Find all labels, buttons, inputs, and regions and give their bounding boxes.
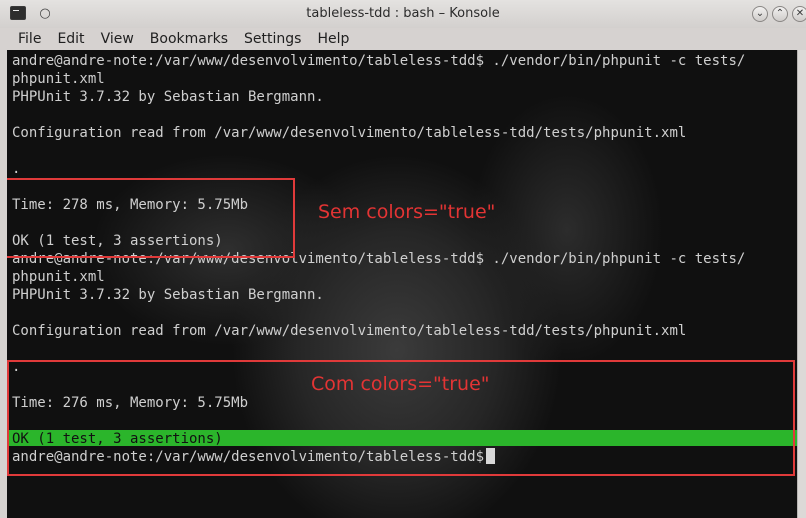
menu-bookmarks[interactable]: Bookmarks <box>142 28 236 50</box>
konsole-window: ○ tableless-tdd : bash – Konsole ⌄ ⌃ ✕ F… <box>0 0 806 518</box>
terminal-line: . <box>12 161 21 177</box>
minimize-button[interactable]: ⌄ <box>752 6 768 22</box>
menu-bar: File Edit View Bookmarks Settings Help <box>0 28 806 50</box>
menu-file[interactable]: File <box>0 28 49 50</box>
maximize-button[interactable]: ⌃ <box>772 6 788 22</box>
terminal-line: phpunit.xml <box>12 269 105 285</box>
window-title: tableless-tdd : bash – Konsole <box>306 6 500 21</box>
title-bar[interactable]: ○ tableless-tdd : bash – Konsole ⌄ ⌃ ✕ <box>0 0 806 28</box>
menu-view[interactable]: View <box>93 28 142 50</box>
annotation-box-sem-colors <box>7 178 295 258</box>
terminal-output[interactable]: andre@andre-note:/var/www/desenvolviment… <box>7 50 797 518</box>
terminal-line: phpunit.xml <box>12 71 105 87</box>
terminal-line: Configuration read from /var/www/desenvo… <box>12 323 687 339</box>
terminal-line: PHPUnit 3.7.32 by Sebastian Bergmann. <box>12 89 324 105</box>
menu-edit[interactable]: Edit <box>49 28 92 50</box>
terminal-line: Configuration read from /var/www/desenvo… <box>12 125 687 141</box>
close-button[interactable]: ✕ <box>792 6 806 22</box>
terminal-scrollbar[interactable] <box>797 50 806 518</box>
terminal-line: PHPUnit 3.7.32 by Sebastian Bergmann. <box>12 287 324 303</box>
terminal-line-prompt: andre@andre-note:/var/www/desenvolviment… <box>12 53 746 69</box>
menu-settings[interactable]: Settings <box>236 28 309 50</box>
annotation-label-com-colors: Com colors="true" <box>311 373 490 395</box>
menu-help[interactable]: Help <box>309 28 357 50</box>
annotation-label-sem-colors: Sem colors="true" <box>318 201 496 223</box>
